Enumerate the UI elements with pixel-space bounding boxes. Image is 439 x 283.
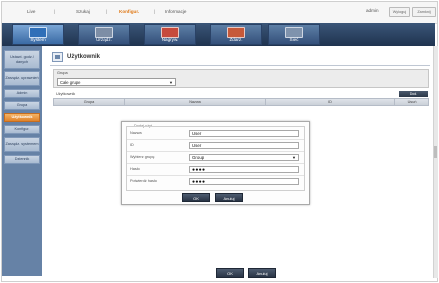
tab-label: Nagryw. xyxy=(161,37,179,42)
dialog-cancel-button[interactable]: Anuluj xyxy=(215,193,243,202)
id-input[interactable]: User xyxy=(189,142,299,149)
main-nav-bar: System Urządz. Nagryw. Zdarz. Sieć xyxy=(2,23,435,46)
group-dropdown-value: Group xyxy=(192,155,205,160)
add-user-dialog: Dodaj użyt. Nazwa User ID User Wybierz g… xyxy=(121,121,310,205)
name-input[interactable]: User xyxy=(189,130,299,137)
menu-live[interactable]: Live xyxy=(27,9,35,14)
menu-search[interactable]: Szukaj xyxy=(76,9,90,14)
form-row-confirm-password: Potwierdź hasło ●●●● xyxy=(127,176,304,187)
confirm-password-label: Potwierdź hasło xyxy=(130,179,157,183)
group-filter-box: Grupa Całe grupe ▼ xyxy=(53,69,429,88)
sidebar-item-admin[interactable]: Admin xyxy=(4,89,40,98)
page-title: Użytkownik xyxy=(67,54,101,60)
users-table-header: Grupa Nazwa ID Usuń xyxy=(53,98,429,106)
group-select-value: Całe grupe xyxy=(60,80,81,85)
user-page-icon xyxy=(52,52,63,62)
menu-setup[interactable]: Konfigur. xyxy=(119,9,139,14)
add-user-button[interactable]: Dod. xyxy=(399,91,428,97)
password-input[interactable]: ●●●● xyxy=(189,166,299,173)
sidebar-item-user[interactable]: Użytkownik xyxy=(4,113,40,122)
tab-system[interactable]: System xyxy=(12,24,64,45)
form-row-id: ID User xyxy=(127,140,304,152)
dialog-ok-button[interactable]: OK xyxy=(182,193,210,202)
tab-event[interactable]: Zdarz. xyxy=(210,24,262,45)
group-label: Grupa xyxy=(57,71,68,75)
vertical-scrollbar[interactable] xyxy=(433,46,438,278)
sidebar-item-permissions[interactable]: Zarządz. uprawnień xyxy=(4,71,40,86)
logout-button[interactable]: Wyloguj xyxy=(389,7,410,17)
sidebar: Ustawi. godz./ danych Zarządz. uprawnień… xyxy=(2,46,42,276)
form-row-name: Nazwa User xyxy=(127,128,304,140)
form-row-group: Wybierz grupę Group ▼ xyxy=(127,152,304,164)
id-label: ID xyxy=(130,143,134,147)
tab-network[interactable]: Sieć xyxy=(268,24,320,45)
sidebar-item-group[interactable]: Grupa xyxy=(4,101,40,110)
column-group: Grupa xyxy=(83,100,95,104)
page-ok-button[interactable]: OK xyxy=(216,268,244,278)
divider xyxy=(50,65,430,66)
form-row-password: Hasło ●●●● xyxy=(127,164,304,176)
menu-separator: | xyxy=(154,9,156,14)
name-label: Nazwa xyxy=(130,131,142,135)
tab-record[interactable]: Nagryw. xyxy=(144,24,196,45)
tab-label: Zdarz. xyxy=(229,37,243,42)
sidebar-item-system-management[interactable]: Zarządz. systemem xyxy=(4,137,40,152)
group-dropdown[interactable]: Group ▼ xyxy=(189,154,299,161)
column-name: Nazwa xyxy=(189,100,201,104)
users-label: Użytkownik xyxy=(56,92,76,96)
scrollbar-thumb[interactable] xyxy=(434,146,437,158)
dialog-form: Nazwa User ID User Wybierz grupę Group ▼… xyxy=(126,126,305,191)
sidebar-item-log[interactable]: Dziennik xyxy=(4,155,40,164)
tab-device[interactable]: Urządz. xyxy=(78,24,130,45)
tab-label: Sieć xyxy=(289,37,299,42)
page-cancel-button[interactable]: Anuluj xyxy=(248,268,276,278)
top-menu-bar: Live | Szukaj | Konfigur. | Informacje a… xyxy=(2,2,437,24)
confirm-password-input[interactable]: ●●●● xyxy=(189,178,299,185)
column-id: ID xyxy=(328,100,332,104)
dropdown-arrow-icon: ▼ xyxy=(292,155,296,160)
sidebar-item-date-time[interactable]: Ustawi. godz./ danych xyxy=(4,50,40,69)
menu-separator: | xyxy=(54,9,56,14)
close-button[interactable]: Zamknij xyxy=(412,7,436,17)
column-delete: Usuń xyxy=(407,100,417,104)
group-select[interactable]: Całe grupe ▼ xyxy=(57,78,176,86)
menu-separator: | xyxy=(106,9,108,14)
sidebar-item-setup[interactable]: Konfigur. xyxy=(4,125,40,134)
password-label: Hasło xyxy=(130,167,140,171)
dropdown-arrow-icon: ▼ xyxy=(169,80,173,85)
group-select-label: Wybierz grupę xyxy=(130,155,155,159)
tab-label: System xyxy=(30,37,46,42)
logged-user: admin xyxy=(366,8,379,13)
menu-information[interactable]: Informacje xyxy=(165,9,186,14)
tab-label: Urządz. xyxy=(96,37,112,42)
